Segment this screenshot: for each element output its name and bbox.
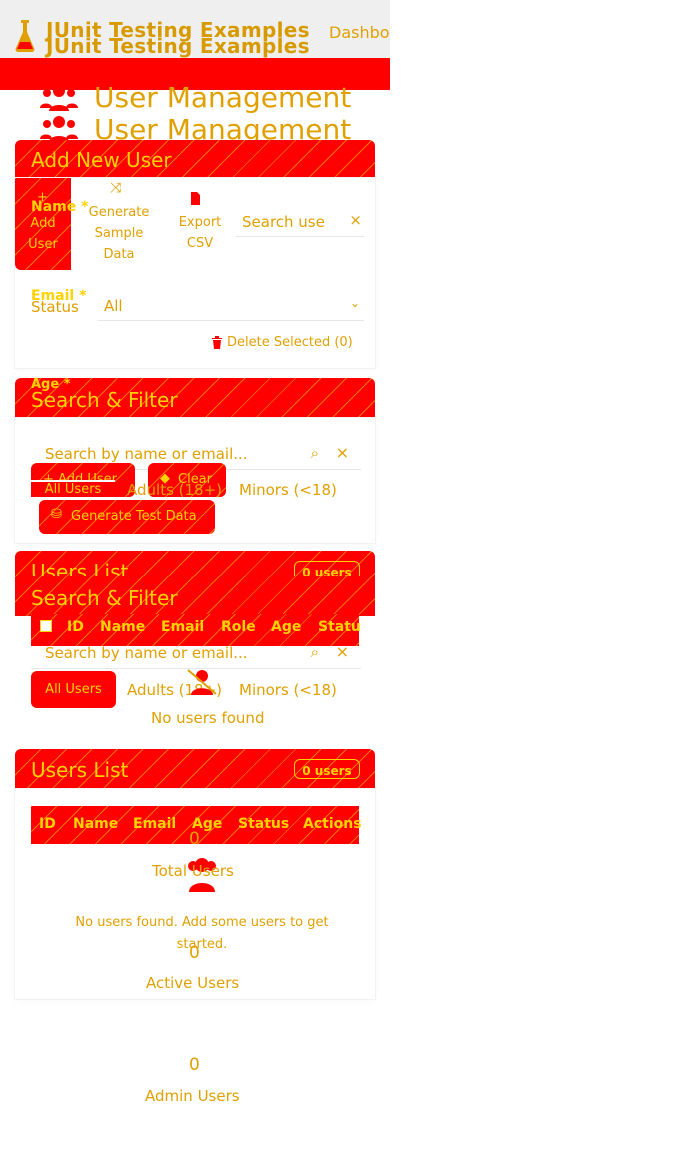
file-csv-icon (190, 192, 200, 205)
filter-minors[interactable]: Minors (<18) (239, 681, 337, 699)
search-filter-title: Search & Filter (31, 388, 178, 412)
active-users-value: 0 (189, 943, 200, 963)
generate-test-data-label: Generate Test Data (71, 509, 197, 524)
users-icon (40, 84, 78, 112)
trash-icon (212, 336, 222, 349)
database-icon: ⛁ (51, 507, 62, 522)
search-input-placeholder: Search by name or email... (45, 445, 248, 463)
search-filter-title: Search & Filter (31, 586, 178, 610)
generate-test-data-button[interactable]: ⛁ Generate Test Data (39, 500, 215, 534)
filter-adults[interactable]: Adults (18+) (127, 481, 222, 499)
close-icon[interactable]: × (336, 443, 349, 462)
delete-selected-button[interactable]: Generate Test Data Delete Selected (0) (210, 334, 365, 354)
search-input[interactable]: Search by name or email... ⌕ × (31, 640, 361, 669)
search-icon[interactable]: ⌕ (311, 444, 319, 462)
status-select-value: All (104, 297, 123, 315)
empty-users-message: No users found. Add some users to get st… (75, 915, 329, 952)
status-label: Status (31, 298, 79, 316)
filter-all-users[interactable]: All Users (31, 671, 116, 708)
filter-all-users[interactable]: All Users (31, 480, 115, 502)
chevron-down-icon: ⌄ (349, 296, 360, 310)
nav-dashboard-link[interactable]: Dashbo (329, 23, 390, 42)
total-users-value: 0 (189, 829, 200, 849)
search-icon[interactable]: ⌕ (311, 643, 319, 661)
export-csv-button[interactable]: Export CSV (170, 190, 230, 251)
total-users-label: Total Users (152, 862, 234, 880)
add-user-card-title: Add New User (31, 148, 172, 172)
active-users-label: Active Users (146, 974, 240, 992)
export-label: Export (178, 215, 222, 230)
export-label: CSV (186, 236, 214, 251)
search-users-input[interactable]: Search use × (236, 208, 364, 237)
select-all-checkbox[interactable] (40, 620, 52, 632)
users-count-badge: 0 users (294, 759, 360, 779)
admin-users-label: Admin Users (145, 1087, 240, 1105)
add-user-label: User (28, 237, 58, 252)
generate-label: Generate (88, 205, 150, 220)
no-users-message: No users found (151, 709, 265, 727)
brand-title-duplicate: JUnit Testing Examples (46, 34, 310, 58)
filter-minors[interactable]: Minors (<18) (239, 481, 337, 499)
users-list-title: Users List (31, 758, 129, 782)
page-title: User Management (94, 81, 352, 114)
close-icon[interactable]: × (349, 211, 362, 229)
add-user-button[interactable]: + Add User (15, 178, 71, 270)
delete-selected-label: Delete Selected (0) (227, 335, 353, 350)
shuffle-icon: ⤨ (110, 180, 122, 196)
generate-sample-data-button[interactable]: ⤨ Generate Sample Data (80, 180, 158, 268)
search-users-placeholder: Search use (242, 213, 325, 231)
close-icon[interactable]: × (336, 642, 349, 661)
admin-users-value: 0 (189, 1055, 200, 1075)
generate-label: Sample (94, 226, 144, 241)
status-select[interactable]: All ⌄ (98, 292, 364, 321)
user-slash-icon (186, 668, 218, 696)
add-user-label: Add (30, 216, 56, 231)
flask-icon (14, 18, 36, 54)
generate-label: Data (103, 247, 135, 262)
users-icon (40, 115, 78, 143)
